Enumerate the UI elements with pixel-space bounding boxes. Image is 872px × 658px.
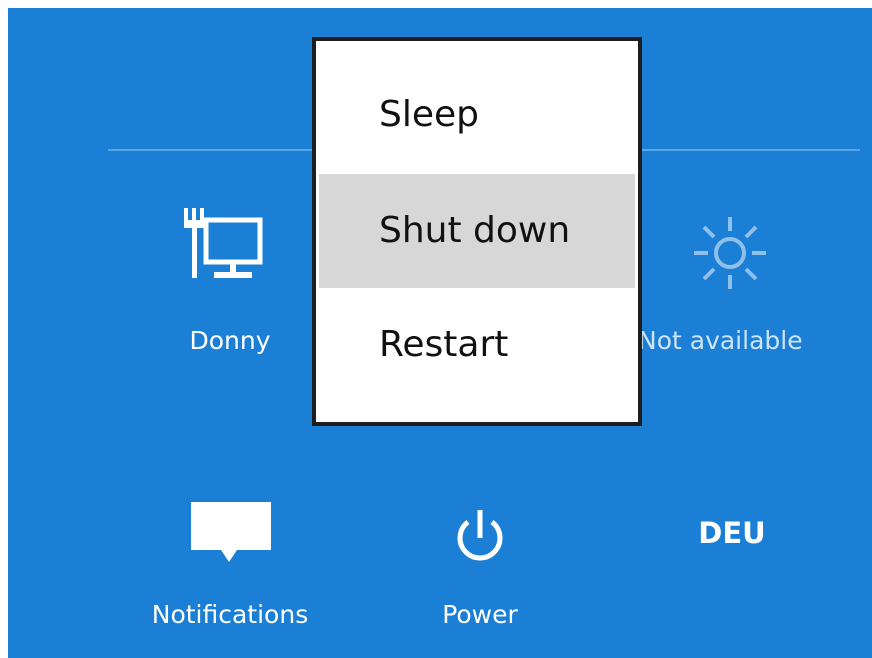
power-icon (457, 510, 503, 561)
brightness-sun-icon (694, 217, 766, 289)
power-menu: Sleep Shut down Restart (312, 37, 642, 426)
menu-item-restart[interactable]: Restart (319, 288, 635, 402)
power-label: Power (442, 600, 518, 629)
menu-item-shut-down[interactable]: Shut down (319, 174, 635, 288)
network-label: Donny (189, 326, 271, 355)
notifications-icon (191, 502, 271, 562)
notifications-label: Notifications (151, 600, 309, 629)
brightness-label: Not available (638, 326, 803, 355)
keyboard-language-button[interactable]: DEU (672, 516, 792, 550)
menu-item-sleep[interactable]: Sleep (319, 56, 635, 174)
ethernet-network-icon (184, 208, 263, 278)
